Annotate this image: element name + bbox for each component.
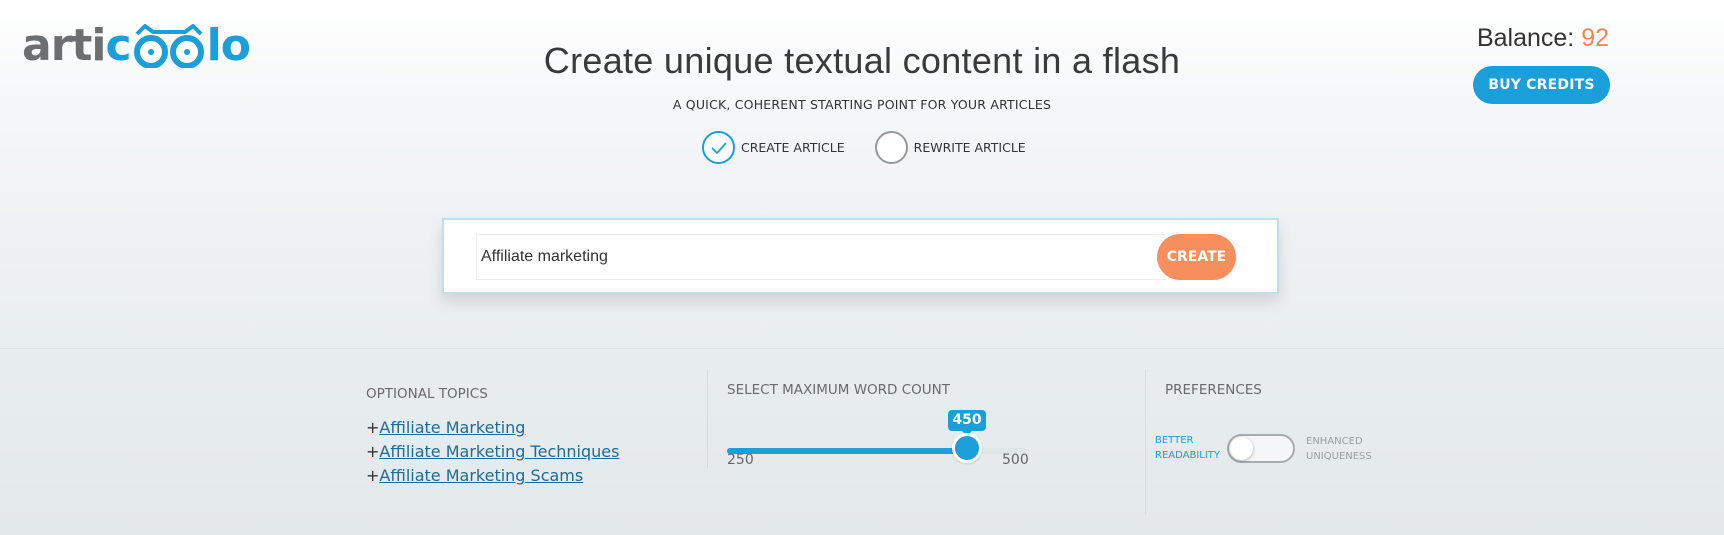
- column-separator: [1145, 370, 1146, 515]
- create-article-option[interactable]: CREATE ARTICLE: [702, 131, 845, 164]
- rewrite-article-radio[interactable]: [874, 131, 908, 164]
- pref-left-line1: BETTER: [1155, 435, 1194, 446]
- topic-prefix: +: [366, 418, 380, 437]
- checkmark-icon: [710, 141, 727, 154]
- slider-min-label: 250: [727, 452, 754, 468]
- readability-uniqueness-toggle[interactable]: [1227, 434, 1295, 463]
- topic-input[interactable]: [476, 234, 1166, 280]
- topic-link-2[interactable]: Affiliate Marketing Techniques: [379, 442, 619, 461]
- balance-label: Balance:: [1476, 24, 1575, 52]
- balance-display: Balance: 92: [1477, 24, 1609, 53]
- create-article-radio[interactable]: [702, 131, 735, 164]
- topic-input-card: CREATE: [442, 218, 1279, 294]
- topic-link-1[interactable]: Affiliate Marketing: [379, 418, 525, 437]
- pref-right-line1: ENHANCED: [1306, 436, 1363, 447]
- slider-max-label: 500: [1002, 452, 1029, 468]
- pref-right-line2: UNIQUENESS: [1306, 451, 1372, 462]
- word-count-slider-handle[interactable]: [952, 433, 982, 463]
- optional-topics-list: +Affiliate Marketing +Affiliate Marketin…: [366, 418, 619, 490]
- page-title: Create unique textual content in a flash: [543, 40, 1181, 81]
- buy-credits-button[interactable]: BUY CREDITS: [1473, 66, 1610, 104]
- optional-topics-title: OPTIONAL TOPICS: [366, 386, 488, 402]
- word-count-slider-track[interactable]: [727, 448, 1027, 454]
- balance-value: 92: [1581, 24, 1609, 52]
- page-subtitle: A QUICK, COHERENT STARTING POINT FOR YOU…: [672, 97, 1052, 112]
- section-divider: [0, 348, 1724, 349]
- toggle-knob: [1230, 437, 1253, 460]
- better-readability-label[interactable]: BETTER READABILITY: [1155, 433, 1220, 463]
- mode-selector: CREATE ARTICLE REWRITE ARTICLE: [702, 131, 1026, 164]
- topic-prefix: +: [366, 466, 380, 485]
- word-count-title: SELECT MAXIMUM WORD COUNT: [727, 382, 951, 398]
- topic-link-3[interactable]: Affiliate Marketing Scams: [379, 466, 583, 485]
- word-count-slider-fill: [727, 448, 967, 454]
- list-item: +Affiliate Marketing Scams: [366, 466, 619, 490]
- create-button[interactable]: CREATE: [1157, 234, 1236, 280]
- column-separator: [707, 370, 708, 468]
- slider-value-bubble: 450: [948, 410, 986, 436]
- list-item: +Affiliate Marketing Techniques: [366, 442, 619, 466]
- preferences-title: PREFERENCES: [1165, 382, 1262, 398]
- rewrite-article-label: REWRITE ARTICLE: [913, 140, 1026, 155]
- topic-prefix: +: [366, 442, 380, 461]
- list-item: +Affiliate Marketing: [366, 418, 619, 442]
- rewrite-article-option[interactable]: REWRITE ARTICLE: [874, 131, 1026, 164]
- enhanced-uniqueness-label[interactable]: ENHANCED UNIQUENESS: [1306, 434, 1372, 464]
- pref-left-line2: READABILITY: [1155, 450, 1221, 461]
- create-article-label: CREATE ARTICLE: [741, 140, 845, 155]
